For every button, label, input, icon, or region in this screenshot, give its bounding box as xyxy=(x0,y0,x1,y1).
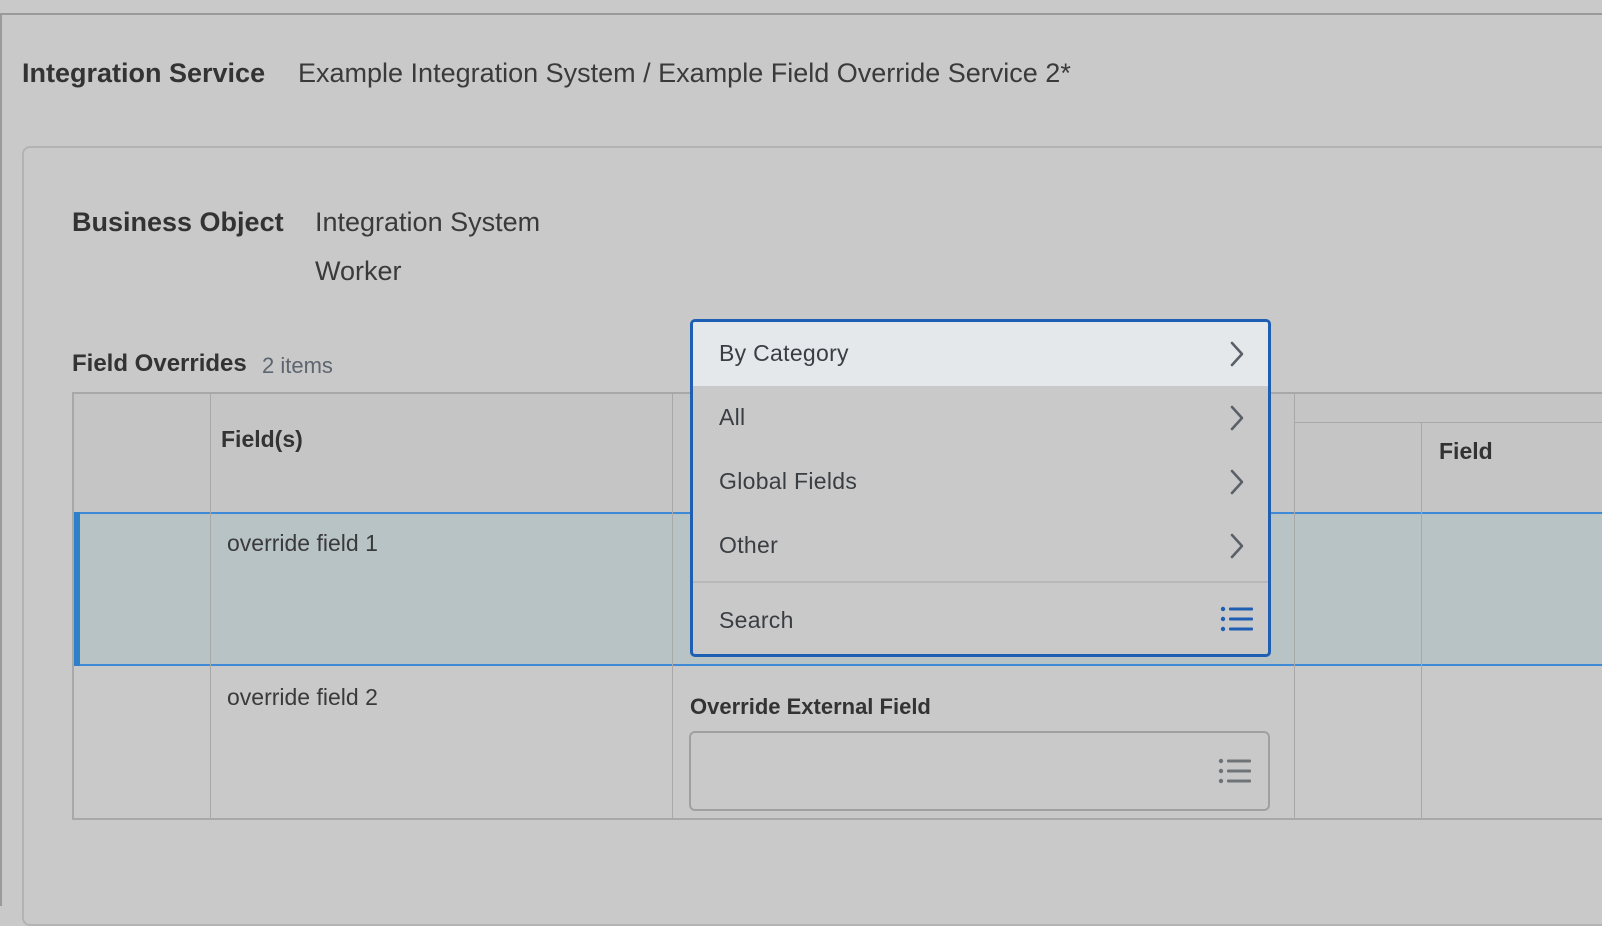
menu-item-all[interactable]: All xyxy=(693,386,1268,450)
menu-item-by-category[interactable]: By Category xyxy=(693,322,1268,386)
menu-item-label: By Category xyxy=(719,340,849,366)
override-external-field-input[interactable] xyxy=(689,731,1270,811)
menu-item-label: All xyxy=(719,404,746,430)
column-divider xyxy=(1421,423,1422,820)
column-divider xyxy=(672,394,673,820)
column-header-fields[interactable]: Field(s) xyxy=(221,426,303,453)
override-field-1-cell: override field 1 xyxy=(227,530,378,556)
chevron-right-icon xyxy=(1230,469,1244,495)
field-prompt-dropdown: By Category All Global Fields Other Sear… xyxy=(690,319,1271,657)
menu-item-label: Global Fields xyxy=(719,468,858,494)
column-header-field[interactable]: Field xyxy=(1439,438,1493,465)
list-icon[interactable] xyxy=(1218,757,1252,785)
search-placeholder: Search xyxy=(719,607,794,633)
dropdown-search-field[interactable]: Search xyxy=(693,583,1268,654)
chevron-right-icon xyxy=(1230,341,1244,367)
business-object-value-2: Worker xyxy=(315,256,402,286)
integration-service-value: Example Integration System / Example Fie… xyxy=(298,58,1071,88)
menu-item-label: Other xyxy=(719,532,779,558)
business-object-label: Business Object xyxy=(72,207,284,237)
menu-item-global-fields[interactable]: Global Fields xyxy=(693,450,1268,514)
window-left-border xyxy=(0,13,2,906)
chevron-right-icon xyxy=(1230,533,1244,559)
override-field-2-cell: override field 2 xyxy=(227,684,378,710)
column-divider xyxy=(210,394,211,820)
window-top-border xyxy=(0,13,1602,15)
chevron-right-icon xyxy=(1230,405,1244,431)
override-external-field-label: Override External Field xyxy=(690,694,931,719)
business-object-value-1: Integration System xyxy=(315,207,541,237)
header-group-divider xyxy=(1294,422,1602,423)
list-icon[interactable] xyxy=(1220,605,1254,633)
field-overrides-count: 2 items xyxy=(262,353,333,378)
column-divider xyxy=(1294,394,1295,820)
field-overrides-title: Field Overrides xyxy=(72,350,247,377)
selected-row-marker xyxy=(74,512,80,666)
menu-item-other[interactable]: Other xyxy=(693,514,1268,578)
integration-service-label: Integration Service xyxy=(22,58,266,88)
